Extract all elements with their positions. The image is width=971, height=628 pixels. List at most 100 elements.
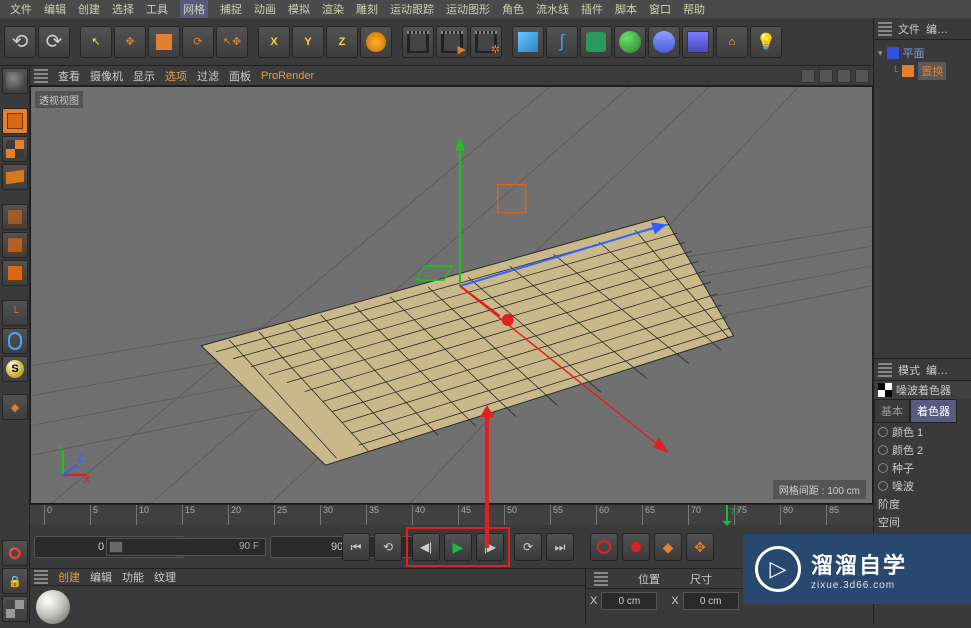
menu-anim[interactable]: 动画 (254, 1, 276, 17)
vp-toggle-icon[interactable] (855, 69, 869, 83)
poly-mode-button[interactable] (2, 260, 28, 286)
autokey-button[interactable] (622, 533, 650, 561)
keyoptions2-button[interactable]: ✥ (686, 533, 714, 561)
tab-basic[interactable]: 基本 (874, 399, 910, 423)
array-button[interactable] (614, 26, 646, 58)
deformer-button[interactable] (648, 26, 680, 58)
snap-button[interactable]: S (2, 356, 28, 382)
scale-button[interactable] (148, 26, 180, 58)
lock-button[interactable]: ⭕ (2, 540, 28, 566)
attrmgr-mode[interactable]: 模式 (898, 362, 920, 378)
vp-orbit-icon[interactable] (837, 69, 851, 83)
lock2-button[interactable]: 🔒 (2, 568, 28, 594)
keyoptions-button[interactable]: ◆ (654, 533, 682, 561)
checker-button[interactable] (2, 596, 28, 622)
menu-script[interactable]: 脚本 (615, 1, 637, 17)
material-preview[interactable] (36, 590, 70, 624)
menu-edit[interactable]: 编辑 (44, 1, 66, 17)
menu-window[interactable]: 窗口 (649, 1, 671, 17)
coord-pos-x-input[interactable] (601, 592, 657, 610)
rotate-button[interactable]: ⟳ (182, 26, 214, 58)
menu-sculpt[interactable]: 雕刻 (356, 1, 378, 17)
edge-mode-button[interactable] (2, 232, 28, 258)
next-key-button[interactable]: ⟳ (514, 533, 542, 561)
attrmgr-menu-icon[interactable] (878, 363, 892, 377)
radio-icon[interactable] (878, 445, 888, 455)
objmgr-files[interactable]: 文件 (898, 21, 920, 37)
timeline-playhead[interactable] (726, 505, 728, 525)
menu-snap[interactable]: 捕捉 (220, 1, 242, 17)
light-button[interactable]: 💡 (750, 26, 782, 58)
vp-pan-icon[interactable] (801, 69, 815, 83)
attrmgr-edit[interactable]: 编… (926, 362, 948, 378)
lastused-button[interactable]: ↖✥ (216, 26, 248, 58)
menu-mograph[interactable]: 运动图形 (446, 1, 490, 17)
coord-size-x-input[interactable] (683, 592, 739, 610)
vpm-prorender[interactable]: ProRender (261, 70, 314, 82)
undo-button[interactable]: ⟲ (4, 26, 36, 58)
render-settings-button[interactable]: ✲ (470, 26, 502, 58)
play-back-button[interactable]: ◀| (412, 533, 440, 561)
redo-button[interactable]: ⟳ (38, 26, 70, 58)
menu-mesh[interactable]: 网格 (180, 0, 208, 18)
move-button[interactable]: ✥ (114, 26, 146, 58)
point-mode-button[interactable] (2, 204, 28, 230)
menu-pipeline[interactable]: 流水线 (536, 1, 569, 17)
vpm-panel[interactable]: 面板 (229, 68, 251, 84)
matmenu-edit[interactable]: 编辑 (90, 569, 112, 585)
goto-end-button[interactable]: ⏭ (546, 533, 574, 561)
vp-zoom-icon[interactable] (819, 69, 833, 83)
vpm-filter[interactable]: 过滤 (197, 68, 219, 84)
perspective-viewport[interactable]: 透视视图 (30, 86, 873, 504)
axis-z-button[interactable]: Z (326, 26, 358, 58)
prev-key-button[interactable]: ⟲ (374, 533, 402, 561)
radio-icon[interactable] (878, 463, 888, 473)
record-button[interactable] (590, 533, 618, 561)
editable-button[interactable] (2, 68, 28, 94)
coord-menu-icon[interactable] (594, 572, 608, 586)
menu-track[interactable]: 运动跟踪 (390, 1, 434, 17)
axis-modify-button[interactable]: └ (2, 300, 28, 326)
cube-primitive-button[interactable] (512, 26, 544, 58)
object-plane-row[interactable]: ▾ 平面 (878, 44, 967, 62)
axis-x-button[interactable]: X (258, 26, 290, 58)
objmgr-menu-icon[interactable] (878, 22, 892, 36)
menu-file[interactable]: 文件 (10, 1, 32, 17)
vpm-view[interactable]: 查看 (58, 68, 80, 84)
live-select-button[interactable]: ↖ (80, 26, 112, 58)
menu-render[interactable]: 渲染 (322, 1, 344, 17)
menu-char[interactable]: 角色 (502, 1, 524, 17)
nurbs-button[interactable] (580, 26, 612, 58)
play-button[interactable]: ▶ (444, 533, 472, 561)
play-fwd-button[interactable]: |▶ (476, 533, 504, 561)
viewport-solo-button[interactable] (2, 328, 28, 354)
matmenu-func[interactable]: 功能 (122, 569, 144, 585)
radio-icon[interactable] (878, 481, 888, 491)
matmgr-menu-icon[interactable] (34, 570, 48, 584)
spline-button[interactable]: ∫ (546, 26, 578, 58)
menu-plugin[interactable]: 插件 (581, 1, 603, 17)
object-displacer-row[interactable]: └ 置换 (878, 62, 967, 80)
menu-create[interactable]: 创建 (78, 1, 100, 17)
render-pv-button[interactable]: ▶ (436, 26, 468, 58)
coord-sys-button[interactable] (360, 26, 392, 58)
matmenu-tex[interactable]: 纹理 (154, 569, 176, 585)
menu-select[interactable]: 选择 (112, 1, 134, 17)
environment-button[interactable] (682, 26, 714, 58)
vpm-display[interactable]: 显示 (133, 68, 155, 84)
render-view-button[interactable] (402, 26, 434, 58)
timeline-slider[interactable] (106, 538, 266, 556)
tab-shader[interactable]: 着色器 (910, 399, 957, 423)
viewport-menu-icon[interactable] (34, 69, 48, 83)
vpm-options[interactable]: 选项 (165, 68, 187, 84)
workplane-button[interactable] (2, 164, 28, 190)
axis-y-button[interactable]: Y (292, 26, 324, 58)
main-menubar[interactable]: 文件 编辑 创建 选择 工具 网格 捕捉 动画 模拟 渲染 雕刻 运动跟踪 运动… (0, 0, 971, 18)
model-mode-button[interactable] (2, 108, 28, 134)
matmenu-create[interactable]: 创建 (58, 569, 80, 585)
goto-start-button[interactable]: ⏮ (342, 533, 370, 561)
radio-icon[interactable] (878, 427, 888, 437)
texture-mode-button[interactable] (2, 136, 28, 162)
vpm-camera[interactable]: 摄像机 (90, 68, 123, 84)
menu-help[interactable]: 帮助 (683, 1, 705, 17)
